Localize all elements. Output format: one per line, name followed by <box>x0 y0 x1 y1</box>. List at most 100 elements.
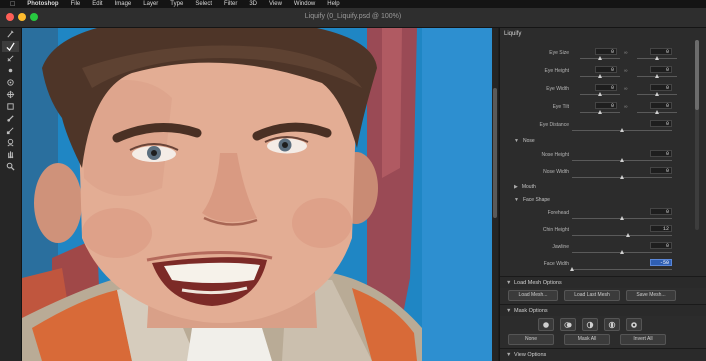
slider-thumb[interactable] <box>626 233 630 237</box>
slider-thumb[interactable] <box>620 158 624 162</box>
bloat-icon <box>7 79 14 86</box>
view-options-title: View Options <box>514 352 547 358</box>
portrait-photo <box>22 28 492 361</box>
face-shape-group-label: Face Shape <box>522 197 550 203</box>
invert-icon <box>631 321 637 328</box>
pucker-tool-button[interactable] <box>2 89 19 100</box>
mask-all-button[interactable]: Mask All <box>564 334 610 345</box>
caret-down-icon: ▼ <box>514 138 519 144</box>
menu-3d[interactable]: 3D <box>249 1 257 7</box>
scrollbar-thumb[interactable] <box>493 88 497 218</box>
intersect-selection-button[interactable] <box>604 318 620 331</box>
eye-size-right-field[interactable]: 0 <box>650 48 672 55</box>
slider-thumb[interactable] <box>598 92 602 96</box>
chin-height-slider[interactable] <box>572 235 672 236</box>
save-mesh-button[interactable]: Save Mesh... <box>626 290 676 301</box>
slider-thumb[interactable] <box>655 56 659 60</box>
menu-type[interactable]: Type <box>170 1 183 7</box>
slider-thumb[interactable] <box>620 250 624 254</box>
face-shape-group-header[interactable]: ▼ Face Shape <box>514 197 550 203</box>
slider-thumb[interactable] <box>598 74 602 78</box>
link-icon[interactable]: ∞ <box>624 50 628 56</box>
view-options-section[interactable]: ▼ View Options <box>500 348 706 360</box>
slider-thumb[interactable] <box>598 56 602 60</box>
jawline-row: Jawline 0 <box>500 242 706 260</box>
eye-size-left-field[interactable]: 0 <box>595 48 617 55</box>
push-left-tool-button[interactable] <box>2 113 19 124</box>
link-icon[interactable]: ∞ <box>624 86 628 92</box>
mouth-group-header[interactable]: ▶ Mouth <box>514 184 536 190</box>
replace-selection-button[interactable] <box>538 318 554 331</box>
add-to-selection-icon <box>564 321 572 328</box>
jawline-field[interactable]: 0 <box>650 242 672 249</box>
reconstruct-tool-button[interactable] <box>2 53 19 64</box>
menu-select[interactable]: Select <box>195 1 212 7</box>
load-mesh-options-section[interactable]: ▼ Load Mesh Options <box>500 276 706 288</box>
mask-none-button[interactable]: None <box>508 334 554 345</box>
eye-tilt-right-field[interactable]: 0 <box>650 102 672 109</box>
forward-warp-tool-button[interactable] <box>2 29 19 40</box>
invert-selection-button[interactable] <box>626 318 642 331</box>
menu-bar:  Photoshop File Edit Image Layer Type S… <box>0 0 706 8</box>
nose-group-header[interactable]: ▼ Nose <box>514 138 535 144</box>
eye-height-left-field[interactable]: 0 <box>595 66 617 73</box>
subtract-from-selection-button[interactable] <box>582 318 598 331</box>
link-icon[interactable]: ∞ <box>624 104 628 110</box>
link-icon[interactable]: ∞ <box>624 68 628 74</box>
eye-size-label: Eye Size <box>549 50 569 56</box>
caret-down-icon: ▼ <box>514 197 519 203</box>
menu-edit[interactable]: Edit <box>92 1 102 7</box>
eye-width-left-field[interactable]: 0 <box>595 84 617 91</box>
bloat-tool-button[interactable] <box>2 101 19 112</box>
eye-width-right-field[interactable]: 0 <box>650 84 672 91</box>
chin-height-label: Chin Height <box>542 227 569 233</box>
eye-distance-field[interactable]: 0 <box>650 120 672 127</box>
brush-icon <box>6 42 15 51</box>
slider-thumb[interactable] <box>655 74 659 78</box>
menu-layer[interactable]: Layer <box>143 1 158 7</box>
slider-thumb[interactable] <box>620 216 624 220</box>
load-mesh-button[interactable]: Load Mesh... <box>508 290 558 301</box>
face-tool-button[interactable] <box>2 137 19 148</box>
face-width-field[interactable]: -50 <box>650 259 672 266</box>
slider-thumb[interactable] <box>570 267 574 271</box>
eye-height-row: Eye Height 0 ∞ 0 <box>500 66 706 84</box>
menu-help[interactable]: Help <box>327 1 339 7</box>
canvas-scrollbar[interactable] <box>492 28 498 361</box>
chin-height-field[interactable]: 12 <box>650 225 672 232</box>
smooth-tool-button[interactable] <box>2 65 19 76</box>
menu-app-name[interactable]: Photoshop <box>27 1 58 7</box>
zoom-tool-button[interactable] <box>2 161 19 172</box>
brush-tool-button[interactable] <box>2 41 19 52</box>
slider-thumb[interactable] <box>598 110 602 114</box>
slider-thumb[interactable] <box>620 175 624 179</box>
image-canvas[interactable] <box>22 28 492 361</box>
add-to-selection-button[interactable] <box>560 318 576 331</box>
eraser-icon <box>8 68 13 73</box>
twirl-tool-button[interactable] <box>2 77 19 88</box>
nose-height-field[interactable]: 0 <box>650 150 672 157</box>
invert-all-button[interactable]: Invert All <box>620 334 666 345</box>
slider-thumb[interactable] <box>620 128 624 132</box>
slider-thumb[interactable] <box>655 110 659 114</box>
forehead-field[interactable]: 0 <box>650 208 672 215</box>
slider-thumb[interactable] <box>655 92 659 96</box>
caret-down-icon: ▼ <box>506 280 512 286</box>
menu-view[interactable]: View <box>269 1 282 7</box>
eye-size-row: Eye Size 0 ∞ 0 <box>500 48 706 66</box>
load-last-mesh-button[interactable]: Load Last Mesh <box>564 290 620 301</box>
menu-window[interactable]: Window <box>294 1 315 7</box>
nose-width-field[interactable]: 0 <box>650 167 672 174</box>
menu-filter[interactable]: Filter <box>224 1 237 7</box>
mask-options-section[interactable]: ▼ Mask Options <box>500 304 706 316</box>
freeze-mask-tool-button[interactable] <box>2 125 19 136</box>
nose-width-label: Nose Width <box>543 169 569 175</box>
eye-height-right-field[interactable]: 0 <box>650 66 672 73</box>
eye-tilt-left-field[interactable]: 0 <box>595 102 617 109</box>
apple-icon[interactable]:  <box>10 1 15 8</box>
hand-tool-button[interactable] <box>2 149 19 160</box>
chin-height-row: Chin Height 12 <box>500 225 706 243</box>
menu-file[interactable]: File <box>71 1 81 7</box>
menu-image[interactable]: Image <box>115 1 132 7</box>
face-width-slider[interactable] <box>572 269 672 270</box>
